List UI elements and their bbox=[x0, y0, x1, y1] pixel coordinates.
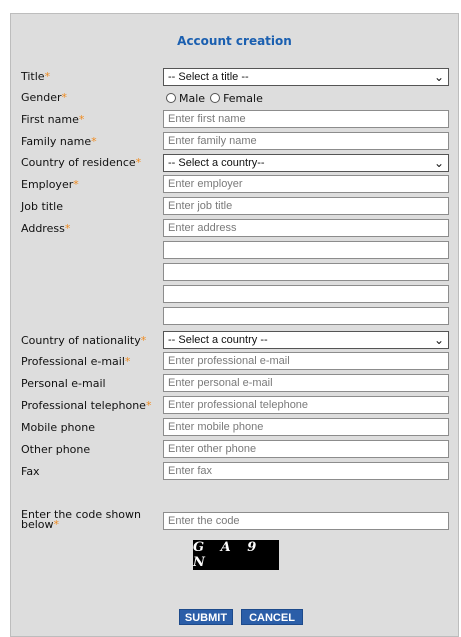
address-line-3[interactable] bbox=[163, 263, 449, 281]
fax-label: Fax bbox=[21, 465, 40, 478]
country-residence-label: Country of residence* bbox=[21, 156, 142, 169]
family-name-label: Family name* bbox=[21, 135, 97, 148]
first-name-field[interactable] bbox=[163, 110, 449, 128]
captcha-image: G A 9 N bbox=[193, 540, 279, 570]
female-radio[interactable] bbox=[210, 93, 221, 103]
prof-phone-label: Professional telephone* bbox=[21, 399, 152, 412]
prof-email-field[interactable] bbox=[163, 352, 449, 370]
required-marker: * bbox=[145, 399, 152, 412]
required-marker: * bbox=[73, 178, 79, 191]
required-marker: * bbox=[78, 113, 85, 126]
employer-field[interactable] bbox=[163, 175, 449, 193]
male-label: Male bbox=[179, 91, 206, 105]
address-line-1[interactable] bbox=[163, 219, 449, 237]
country-nationality-select[interactable]: -- Select a country -- ⌄ bbox=[163, 331, 449, 349]
code-label: Enter the code shown below* bbox=[21, 508, 141, 531]
other-phone-field[interactable] bbox=[163, 440, 449, 458]
employer-label: Employer* bbox=[21, 178, 79, 191]
mobile-field[interactable] bbox=[163, 418, 449, 436]
female-label: Female bbox=[223, 91, 263, 105]
mobile-label: Mobile phone bbox=[21, 421, 96, 434]
first-name-label: First name* bbox=[21, 113, 85, 126]
address-line-5[interactable] bbox=[163, 307, 449, 325]
personal-email-label: Personal e-mail bbox=[21, 377, 106, 390]
prof-email-label: Professional e-mail* bbox=[21, 355, 131, 368]
address-line-2[interactable] bbox=[163, 241, 449, 259]
address-line-4[interactable] bbox=[163, 285, 449, 303]
chevron-down-icon: ⌄ bbox=[433, 333, 444, 347]
title-label: Title* bbox=[21, 70, 51, 83]
country-residence-select[interactable]: -- Select a country-- ⌄ bbox=[163, 154, 449, 172]
required-marker: * bbox=[135, 156, 142, 169]
account-form-panel: Account creation Title* -- Select a titl… bbox=[10, 13, 459, 637]
job-title-label: Job title bbox=[21, 200, 63, 213]
country-nationality-label: Country of nationality* bbox=[21, 334, 147, 347]
submit-button[interactable]: SUBMIT bbox=[179, 609, 233, 625]
required-marker: * bbox=[44, 70, 51, 83]
other-phone-label: Other phone bbox=[21, 443, 91, 456]
required-marker: * bbox=[61, 91, 68, 104]
required-marker: * bbox=[140, 334, 147, 347]
captcha-code-field[interactable] bbox=[163, 512, 449, 530]
gender-label: Gender* bbox=[21, 91, 68, 104]
title-select[interactable]: -- Select a title -- ⌄ bbox=[163, 68, 449, 86]
prof-phone-field[interactable] bbox=[163, 396, 449, 414]
gender-radio-group: Male Female bbox=[166, 91, 263, 105]
address-label: Address* bbox=[21, 222, 71, 235]
chevron-down-icon: ⌄ bbox=[433, 70, 444, 84]
male-radio[interactable] bbox=[166, 93, 176, 103]
required-marker: * bbox=[64, 222, 71, 235]
required-marker: * bbox=[53, 518, 60, 531]
cancel-button[interactable]: CANCEL bbox=[241, 609, 303, 625]
form-title: Account creation bbox=[177, 34, 292, 48]
required-marker: * bbox=[91, 135, 97, 148]
chevron-down-icon: ⌄ bbox=[433, 156, 444, 170]
fax-field[interactable] bbox=[163, 462, 449, 480]
personal-email-field[interactable] bbox=[163, 374, 449, 392]
job-title-field[interactable] bbox=[163, 197, 449, 215]
required-marker: * bbox=[124, 355, 131, 368]
family-name-field[interactable] bbox=[163, 132, 449, 150]
